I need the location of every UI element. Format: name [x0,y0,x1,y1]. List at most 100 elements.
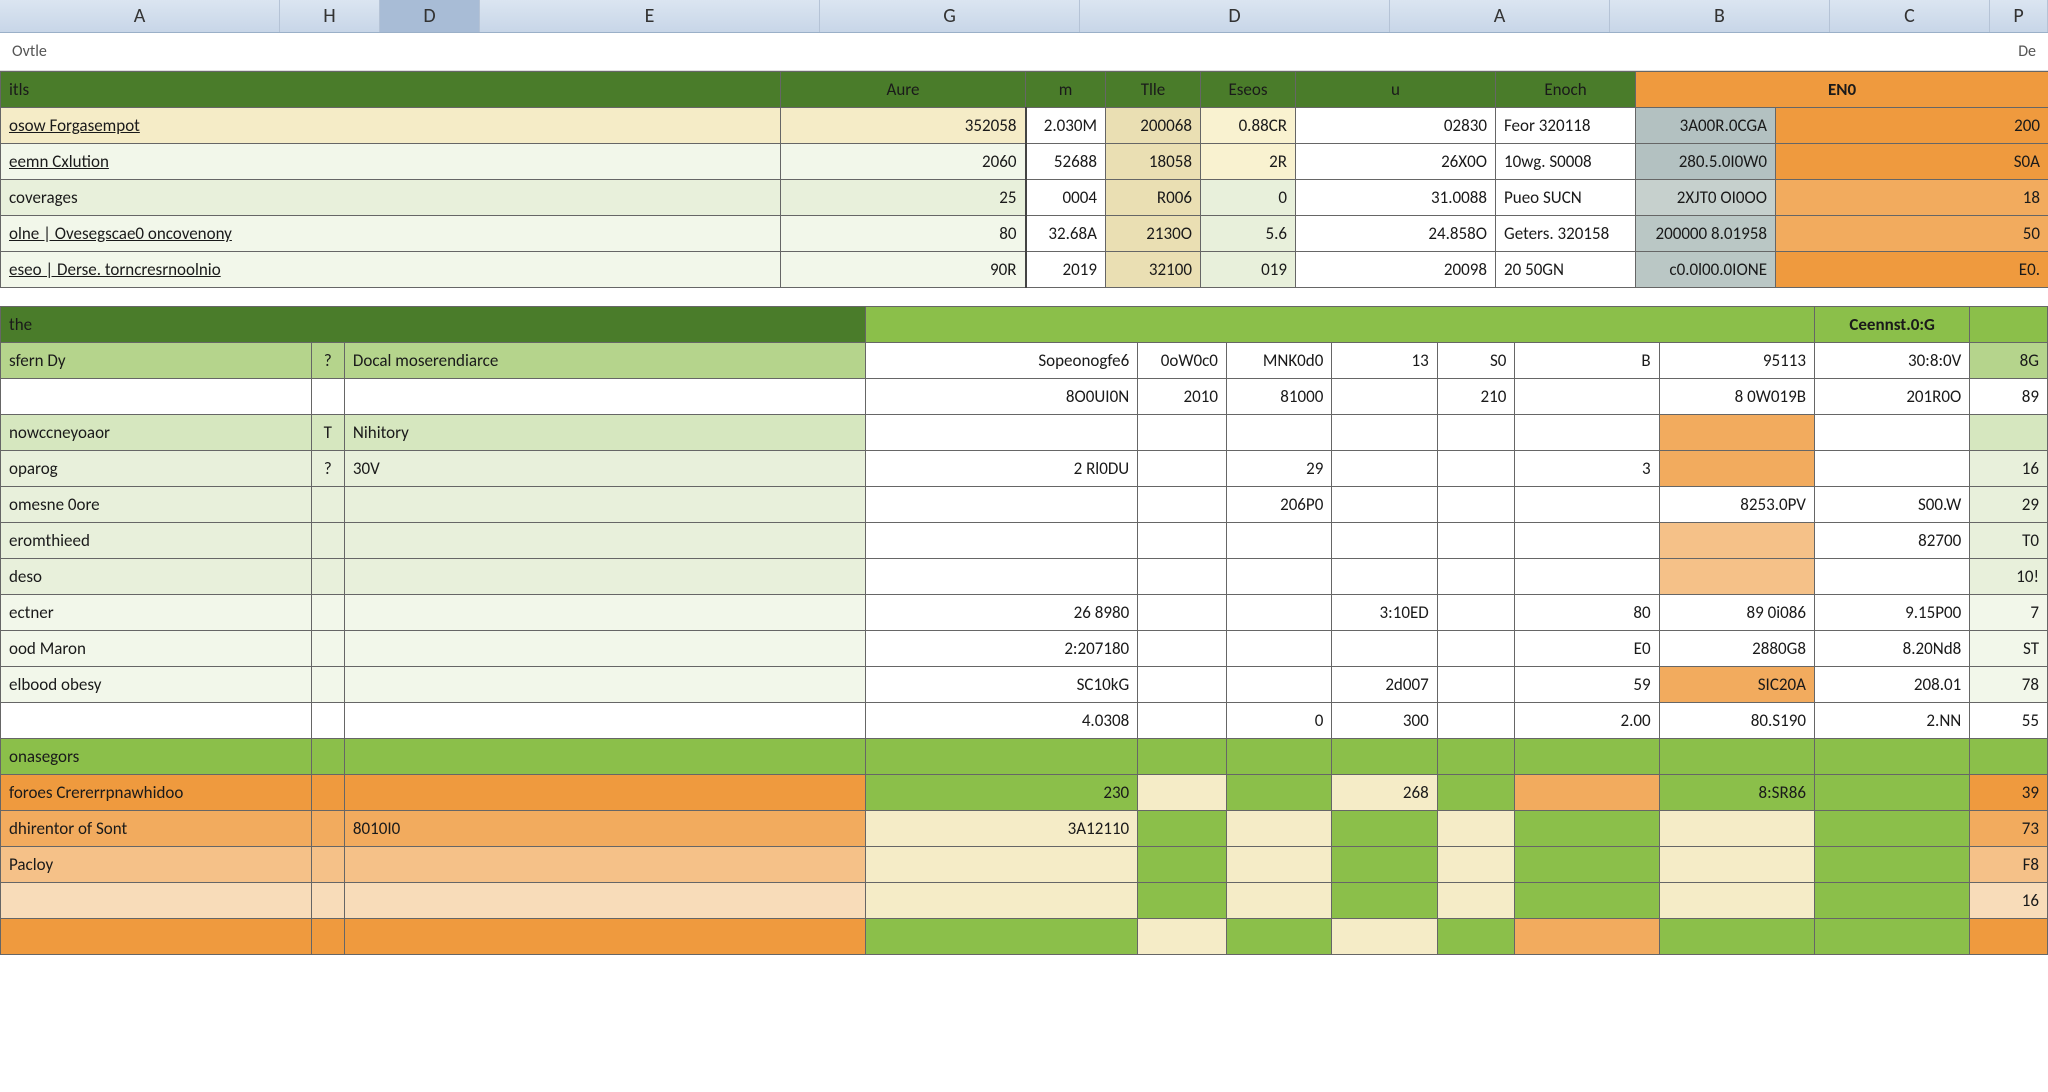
cell[interactable] [344,703,865,739]
cell[interactable]: 16 [1970,451,2048,487]
cell[interactable]: Pacloy [1,847,312,883]
cell[interactable] [1332,919,1437,955]
cell[interactable] [1226,559,1331,595]
cell[interactable]: dhirentor of Sont [1,811,312,847]
cell[interactable]: 201R0O [1814,379,1969,415]
section1-header-cell[interactable]: EN0 [1636,72,2048,108]
cell[interactable] [1138,811,1227,847]
cell[interactable] [1814,847,1969,883]
cell[interactable]: foroes Crererrpnawhidoo [1,775,312,811]
cell[interactable]: 8O0UI0N [866,379,1138,415]
cell[interactable] [344,775,865,811]
cell[interactable] [1437,883,1515,919]
cell[interactable] [1226,739,1331,775]
cell[interactable]: 3 [1515,451,1659,487]
cell[interactable]: E0. [1776,252,2048,288]
cell[interactable] [311,379,344,415]
cell[interactable]: S00.W [1814,487,1969,523]
cell[interactable]: 200068 [1106,108,1201,144]
cell[interactable] [311,487,344,523]
cell[interactable]: 2d007 [1332,667,1437,703]
cell[interactable]: onasegors [1,739,312,775]
cell[interactable] [1437,415,1515,451]
cell[interactable] [1515,523,1659,559]
cell[interactable]: Docal moserendiarce [344,343,865,379]
cell[interactable]: 200000 8.01958 [1636,216,1776,252]
cell[interactable] [1226,415,1331,451]
cell[interactable] [311,559,344,595]
cell[interactable] [1,379,312,415]
cell[interactable] [1226,847,1331,883]
cell[interactable] [1138,667,1227,703]
cell[interactable]: ood Maron [1,631,312,667]
cell[interactable]: 2010 [1138,379,1227,415]
cell[interactable]: 29 [1226,451,1331,487]
cell[interactable]: B [1515,343,1659,379]
cell[interactable] [1437,775,1515,811]
cell[interactable] [1814,559,1969,595]
cell[interactable] [1515,847,1659,883]
cell[interactable]: c0.0l00.0IONE [1636,252,1776,288]
cell[interactable] [1659,739,1814,775]
cell[interactable] [1332,811,1437,847]
cell[interactable]: 300 [1332,703,1437,739]
cell[interactable]: nowccneyoaor [1,415,312,451]
column-header[interactable]: H [280,0,380,32]
section1-header-cell[interactable]: Tlle [1106,72,1201,108]
cell[interactable] [1437,667,1515,703]
cell[interactable]: 2130O [1106,216,1201,252]
cell[interactable]: 18 [1776,180,2048,216]
cell[interactable] [344,883,865,919]
cell[interactable]: 4.0308 [866,703,1138,739]
cell[interactable]: 208.01 [1814,667,1969,703]
cell[interactable]: 0.88CR [1201,108,1296,144]
column-header[interactable]: G [820,0,1080,32]
cell[interactable]: 5.6 [1201,216,1296,252]
cell[interactable]: 2.NN [1814,703,1969,739]
cell[interactable]: 268 [1332,775,1437,811]
cell[interactable] [1515,883,1659,919]
cell[interactable] [1970,739,2048,775]
cell[interactable] [866,847,1138,883]
cell[interactable] [1515,739,1659,775]
cell[interactable]: 0oW0c0 [1138,343,1227,379]
cell[interactable] [344,667,865,703]
section2-header-right[interactable]: Ceennst.0:G [1814,307,1969,343]
cell[interactable]: 8.20Nd8 [1814,631,1969,667]
cell[interactable] [1226,667,1331,703]
cell[interactable] [1814,811,1969,847]
cell[interactable] [1437,811,1515,847]
cell[interactable] [311,847,344,883]
cell[interactable]: 81000 [1226,379,1331,415]
cell[interactable] [1659,523,1814,559]
cell[interactable] [1970,919,2048,955]
cell[interactable] [1332,739,1437,775]
cell[interactable] [1,703,312,739]
cell[interactable]: Feor 320118 [1496,108,1636,144]
section1-header-cell[interactable]: itls [1,72,781,108]
column-header[interactable]: D [380,0,480,32]
cell[interactable]: 200 [1776,108,2048,144]
cell[interactable] [344,379,865,415]
cell[interactable] [1226,595,1331,631]
cell[interactable] [1515,811,1659,847]
cell[interactable] [1659,847,1814,883]
cell[interactable] [344,595,865,631]
cell[interactable] [1515,775,1659,811]
cell[interactable] [311,739,344,775]
cell[interactable] [1659,811,1814,847]
cell[interactable]: S0 [1437,343,1515,379]
cell[interactable] [866,883,1138,919]
cell[interactable]: sfern Dy [1,343,312,379]
cell[interactable]: ? [311,451,344,487]
cell[interactable]: 50 [1776,216,2048,252]
cell[interactable] [1515,919,1659,955]
cell[interactable] [311,595,344,631]
cell[interactable]: 2060 [781,144,1026,180]
cell[interactable]: 2019 [1026,252,1106,288]
cell[interactable] [311,883,344,919]
cell[interactable]: 32.68A [1026,216,1106,252]
cell[interactable] [1332,559,1437,595]
cell[interactable]: 2XJT0 OI0OO [1636,180,1776,216]
cell[interactable]: R006 [1106,180,1201,216]
